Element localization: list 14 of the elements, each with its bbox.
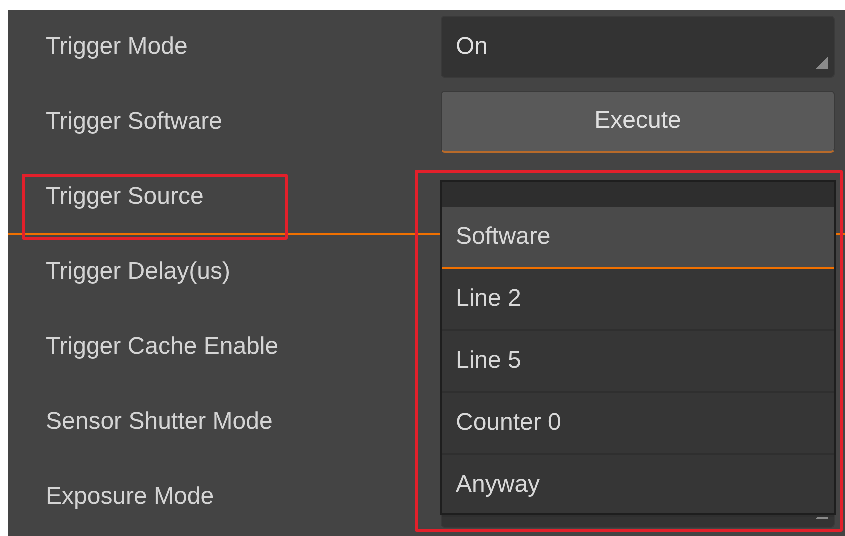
dropdown-option[interactable]: Software (442, 207, 834, 269)
dropdown-option[interactable]: Line 5 (442, 331, 834, 393)
dropdown-option[interactable]: Anyway (442, 455, 834, 517)
property-label: Trigger Software (46, 106, 224, 136)
property-label: Trigger Mode (46, 32, 189, 62)
value-dropdown[interactable]: On (441, 16, 835, 78)
dropdown-option[interactable]: Line 2 (442, 269, 834, 331)
property-row[interactable]: Trigger Software Execute (8, 85, 845, 160)
execute-button[interactable]: Execute (441, 90, 835, 152)
dropdown-option[interactable]: Counter 0 (442, 393, 834, 455)
property-label: Trigger Source (46, 182, 205, 212)
property-label: Exposure Mode (46, 482, 216, 512)
corner-arrow-icon (816, 56, 828, 68)
property-row[interactable]: Trigger Mode On (8, 10, 845, 85)
